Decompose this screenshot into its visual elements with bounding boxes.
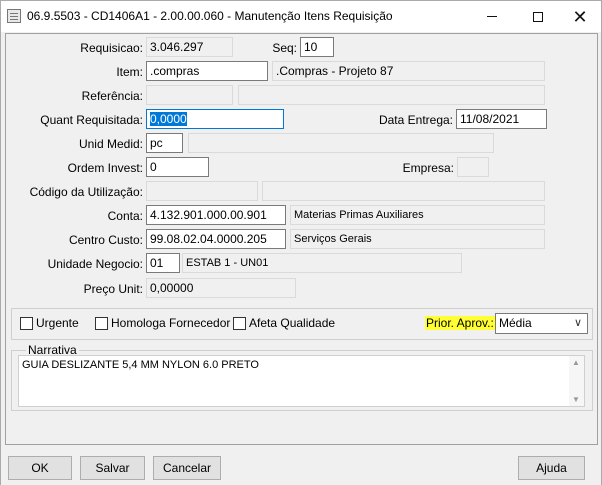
requisicao-label: Requisicao: xyxy=(80,41,143,55)
minimize-button[interactable] xyxy=(469,1,515,32)
empresa-field xyxy=(457,157,489,177)
seq-label: Seq: xyxy=(272,41,297,55)
data-entrega-field[interactable]: 11/08/2021 xyxy=(456,109,547,129)
conta-description: Materias Primas Auxiliares xyxy=(290,205,545,225)
urgente-label: Urgente xyxy=(36,316,79,330)
data-entrega-label: Data Entrega: xyxy=(378,113,453,127)
ajuda-button[interactable]: Ajuda xyxy=(518,456,585,480)
app-icon xyxy=(7,9,21,23)
codigo-utilizacao-label: Código da Utilização: xyxy=(29,185,143,199)
scroll-up-icon[interactable]: ▲ xyxy=(572,358,580,367)
quant-requisitada-value: 0,0000 xyxy=(150,112,187,126)
title-bar[interactable]: 06.9.5503 - CD1406A1 - 2.00.00.060 - Man… xyxy=(1,1,601,32)
maximize-button[interactable] xyxy=(515,1,561,32)
unidade-negocio-description: ESTAB 1 - UN01 xyxy=(182,253,462,273)
window-title: 06.9.5503 - CD1406A1 - 2.00.00.060 - Man… xyxy=(27,9,393,23)
referencia-label: Referência: xyxy=(81,89,143,103)
afeta-qualidade-checkbox[interactable]: Afeta Qualidade xyxy=(233,316,335,330)
seq-field[interactable]: 10 xyxy=(300,37,334,57)
unid-medid-description xyxy=(188,133,494,153)
codigo-utilizacao-field xyxy=(146,181,258,201)
narrativa-text: GUIA DESLIZANTE 5,4 MM NYLON 6.0 PRETO xyxy=(22,359,259,371)
conta-label: Conta: xyxy=(107,209,143,223)
ok-button[interactable]: OK xyxy=(8,456,72,480)
ordem-invest-field[interactable]: 0 xyxy=(146,157,209,177)
unid-medid-field[interactable]: pc xyxy=(146,133,183,153)
dialog-window: 06.9.5503 - CD1406A1 - 2.00.00.060 - Man… xyxy=(0,0,602,485)
centro-custo-label: Centro Custo: xyxy=(68,233,143,247)
item-field[interactable]: .compras xyxy=(146,61,268,81)
minimize-icon xyxy=(487,16,497,17)
scroll-down-icon[interactable]: ▼ xyxy=(572,395,580,404)
narrativa-textarea[interactable]: GUIA DESLIZANTE 5,4 MM NYLON 6.0 PRETO ▲… xyxy=(18,355,585,407)
urgente-checkbox-box[interactable] xyxy=(20,316,33,330)
quant-requisitada-label: Quant Requisitada: xyxy=(40,113,143,127)
empresa-label: Empresa: xyxy=(402,161,454,175)
quant-requisitada-field[interactable]: 0,0000 xyxy=(146,109,284,129)
unidade-negocio-label: Unidade Negocio: xyxy=(47,257,143,271)
chevron-down-icon: ∨ xyxy=(573,317,582,329)
afeta-qualidade-label: Afeta Qualidade xyxy=(249,316,336,330)
prior-aprov-select[interactable]: Média ∨ xyxy=(495,313,588,334)
preco-unit-field: 0,00000 xyxy=(146,278,296,298)
narrativa-scrollbar[interactable]: ▲ ▼ xyxy=(569,356,584,406)
item-description: .Compras - Projeto 87 xyxy=(272,61,545,81)
referencia-field xyxy=(146,85,233,105)
maximize-icon xyxy=(533,11,543,22)
conta-field[interactable]: 4.132.901.000.00.901 xyxy=(146,205,286,225)
homologa-fornecedor-label: Homologa Fornecedor xyxy=(111,316,231,330)
prior-aprov-label: Prior. Aprov.: xyxy=(425,316,495,330)
item-label: Item: xyxy=(116,65,143,79)
prior-aprov-value: Média xyxy=(499,316,532,330)
ordem-invest-label: Ordem Invest: xyxy=(67,161,143,175)
centro-custo-description: Serviços Gerais xyxy=(290,229,545,249)
close-button[interactable]: ✕ xyxy=(557,1,602,32)
centro-custo-field[interactable]: 99.08.02.04.0000.205 xyxy=(146,229,286,249)
cancelar-button[interactable]: Cancelar xyxy=(153,456,221,480)
homologa-fornecedor-checkbox[interactable]: Homologa Fornecedor xyxy=(95,316,230,330)
afeta-qualidade-checkbox-box[interactable] xyxy=(233,316,246,330)
close-icon: ✕ xyxy=(572,6,588,27)
homologa-fornecedor-checkbox-box[interactable] xyxy=(95,316,108,330)
requisicao-field: 3.046.297 xyxy=(146,37,233,57)
salvar-button[interactable]: Salvar xyxy=(80,456,145,480)
unidade-negocio-field[interactable]: 01 xyxy=(146,253,180,273)
unid-medid-label: Unid Medid: xyxy=(78,137,143,151)
urgente-checkbox[interactable]: Urgente xyxy=(20,316,79,330)
referencia-description xyxy=(238,85,545,105)
codigo-utilizacao-description xyxy=(262,181,545,201)
preco-unit-label: Preço Unit: xyxy=(83,282,143,296)
